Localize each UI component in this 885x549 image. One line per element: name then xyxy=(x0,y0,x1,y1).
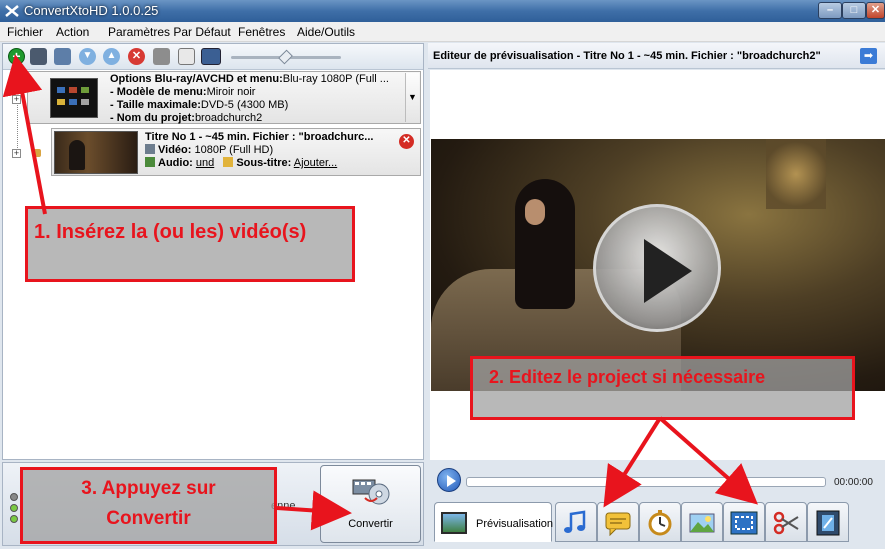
delete-icon[interactable]: ✕ xyxy=(128,48,145,65)
disc-details: Options Blu-ray/AVCHD et menu:Blu-ray 10… xyxy=(110,73,389,125)
menu-aide-outils[interactable]: Aide/Outils xyxy=(297,25,355,39)
tab-film[interactable] xyxy=(807,502,849,542)
annotation-step3-line1: 3. Appuyez sur xyxy=(81,478,216,499)
screen-view-icon[interactable] xyxy=(201,48,221,65)
menu-action[interactable]: Action xyxy=(56,25,89,39)
convert-label: Convertir xyxy=(348,518,393,530)
maximize-button[interactable]: □ xyxy=(842,2,866,19)
preview-header: Editeur de prévisualisation - Titre No 1… xyxy=(428,43,885,69)
video-value: 1080P (Full HD) xyxy=(194,144,274,156)
title-details: Titre No 1 - ~45 min. Fichier : "broadch… xyxy=(145,131,373,170)
video-film-icon xyxy=(145,144,155,154)
status-leds xyxy=(10,493,20,526)
menu-model-value: Miroir noir xyxy=(206,86,256,98)
move-up-icon[interactable]: ▲ xyxy=(103,48,120,65)
title-thumbnail xyxy=(54,131,138,174)
chapters-icon xyxy=(648,510,672,536)
crop-icon xyxy=(730,511,758,535)
annotation-step1-text: 1. Insérez la (ou les) vidéo(s) xyxy=(34,221,307,243)
menu-thumbnail xyxy=(50,78,98,118)
title-expander[interactable]: + xyxy=(12,149,21,158)
audio-link[interactable]: und xyxy=(196,157,214,169)
audio-icon xyxy=(145,157,155,167)
time-display: 00:00:00 xyxy=(834,477,873,488)
save-icon[interactable] xyxy=(30,48,47,65)
annotation-step2-text: 2. Editez le project si nécessaire xyxy=(489,367,766,387)
tab-cut[interactable] xyxy=(765,502,807,542)
annotation-step2: 2. Editez le project si nécessaire xyxy=(470,356,855,420)
play-overlay-icon[interactable] xyxy=(593,204,721,332)
tab-crop[interactable] xyxy=(723,502,765,542)
tab-subtitles[interactable] xyxy=(597,502,639,542)
subtitle-icon xyxy=(605,512,631,536)
move-down-icon[interactable]: ▼ xyxy=(79,48,96,65)
convert-button[interactable]: Convertir xyxy=(320,465,421,543)
editor-tabs: Prévisualisation xyxy=(430,498,885,546)
arrow-right-icon[interactable]: ➡ xyxy=(860,48,877,64)
options-value: Blu-ray 1080P (Full ... xyxy=(282,73,389,85)
options-dropdown-button[interactable]: ▼ xyxy=(405,73,419,122)
subtitle-label: Sous-titre: xyxy=(236,157,292,169)
annotation-step3-line2: Convertir xyxy=(106,508,191,529)
options-label: Options Blu-ray/AVCHD et menu: xyxy=(110,73,283,85)
title-bar: ConvertXtoHD 1.0.0.25 – □ ✕ xyxy=(0,0,885,22)
cut-icon xyxy=(773,511,799,535)
main-toolbar: + ▼ ▲ ✕ xyxy=(3,44,423,70)
app-icon xyxy=(5,5,19,17)
disc-options-item[interactable]: Options Blu-ray/AVCHD et menu:Blu-ray 10… xyxy=(27,71,421,124)
subtitle-small-icon xyxy=(223,157,234,167)
title-item[interactable]: Titre No 1 - ~45 min. Fichier : "broadch… xyxy=(51,128,421,176)
close-button[interactable]: ✕ xyxy=(866,2,885,19)
menu-fenetres[interactable]: Fenêtres xyxy=(238,25,285,39)
play-button[interactable] xyxy=(437,468,461,492)
add-video-icon[interactable]: + xyxy=(8,48,25,65)
remove-title-icon[interactable]: ✕ xyxy=(399,134,414,149)
seek-bar[interactable] xyxy=(466,477,826,487)
menu-parametres[interactable]: Paramètres Par Défaut xyxy=(108,25,231,39)
title-heading: Titre No 1 - ~45 min. Fichier : "broadch… xyxy=(145,131,374,143)
preview-title: Editeur de prévisualisation - Titre No 1… xyxy=(433,50,821,62)
tools-icon[interactable] xyxy=(153,48,170,65)
tab-preview[interactable]: Prévisualisation xyxy=(434,502,554,542)
tab-audio[interactable] xyxy=(555,502,597,542)
project-expander[interactable]: + xyxy=(12,95,21,104)
audio-label: Audio: xyxy=(158,157,193,169)
minimize-button[interactable]: – xyxy=(818,2,842,19)
menu-fichier[interactable]: Fichier xyxy=(7,25,43,39)
max-size-value: DVD-5 (4300 MB) xyxy=(200,99,289,111)
window-title: ConvertXtoHD 1.0.0.25 xyxy=(24,3,159,18)
title-lock-icon xyxy=(33,149,41,157)
menu-model-label: - Modèle de menu: xyxy=(110,86,207,98)
grid-view-icon[interactable] xyxy=(178,48,195,65)
player-controls: 00:00:00 xyxy=(430,464,885,498)
zoom-slider-thumb[interactable] xyxy=(278,49,293,65)
project-name-value: broadchurch2 xyxy=(194,112,263,124)
menu-bar: Fichier Action Paramètres Par Défaut Fen… xyxy=(0,22,885,42)
max-size-label: - Taille maximale: xyxy=(110,99,201,111)
preview-icon xyxy=(441,512,467,534)
film-settings-icon[interactable] xyxy=(54,48,71,65)
video-frame[interactable] xyxy=(431,139,885,391)
video-label: Vidéo: xyxy=(158,144,192,156)
tab-chapters[interactable] xyxy=(639,502,681,542)
tab-preview-label: Prévisualisation xyxy=(476,518,554,530)
image-effects-icon xyxy=(689,513,715,533)
project-name-label: - Nom du projet: xyxy=(110,112,195,124)
music-icon xyxy=(564,510,586,533)
annotation-step1: 1. Insérez la (ou les) vidéo(s) xyxy=(25,206,355,282)
annotation-step3: 3. Appuyez sur Convertir xyxy=(20,467,277,544)
film-icon xyxy=(816,510,840,536)
convert-icon xyxy=(352,479,390,505)
subtitle-add-link[interactable]: Ajouter... xyxy=(294,157,337,169)
tab-image-effects[interactable] xyxy=(681,502,723,542)
